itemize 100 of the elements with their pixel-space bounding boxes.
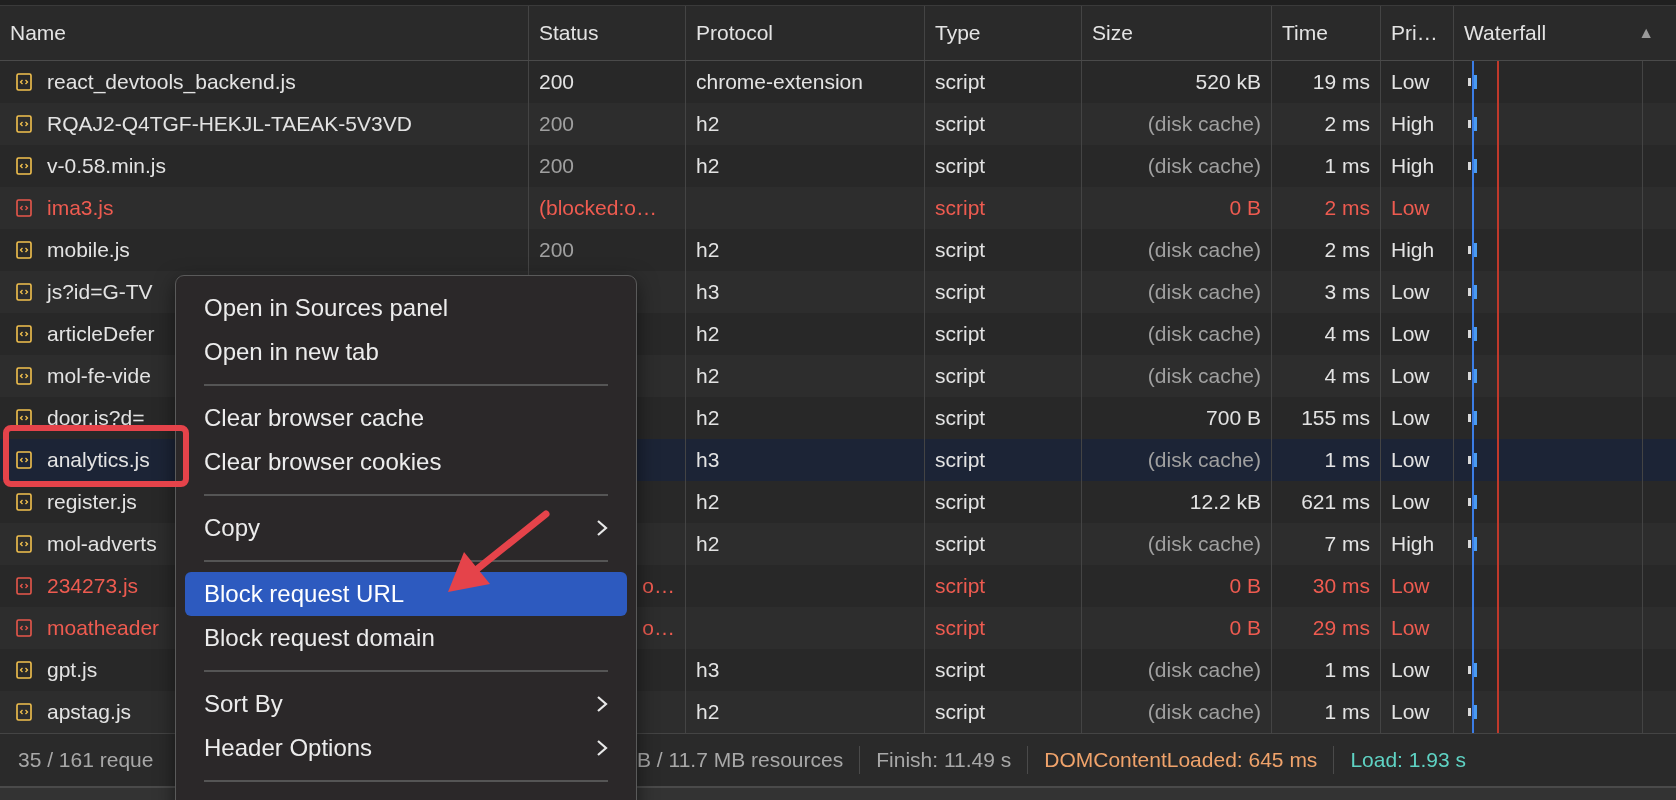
time-cell: 29 ms [1312, 616, 1370, 640]
type-cell: script [935, 700, 986, 724]
protocol-cell: h2 [696, 322, 720, 346]
size-cell: 0 B [1229, 196, 1261, 220]
priority-cell: High [1391, 112, 1435, 136]
time-cell: 30 ms [1312, 574, 1370, 598]
request-name: mobile.js [47, 238, 130, 262]
time-cell: 7 ms [1324, 532, 1370, 556]
priority-cell: Low [1391, 616, 1430, 640]
type-cell: script [935, 406, 986, 430]
request-name: js?id=G-TV [47, 280, 153, 304]
size-cell: (disk cache) [1147, 112, 1261, 136]
type-cell: script [935, 280, 986, 304]
size-cell: (disk cache) [1147, 658, 1261, 682]
type-cell: script [935, 322, 986, 346]
time-cell: 4 ms [1324, 322, 1370, 346]
protocol-cell: h2 [696, 112, 720, 136]
request-name: register.js [47, 490, 137, 514]
type-cell: script [935, 154, 986, 178]
size-cell: (disk cache) [1147, 448, 1261, 472]
request-name: door.js?d= [47, 406, 145, 430]
type-cell: script [935, 196, 986, 220]
status-cell: (blocked:o… [539, 196, 657, 220]
time-cell: 1 ms [1324, 154, 1370, 178]
priority-cell: Low [1391, 490, 1430, 514]
priority-cell: Low [1391, 322, 1430, 346]
type-cell: script [935, 364, 986, 388]
time-cell: 2 ms [1324, 238, 1370, 262]
size-cell: (disk cache) [1147, 280, 1261, 304]
protocol-cell: h2 [696, 406, 720, 430]
dom-content-loaded-time: DOMContentLoaded: 645 ms [1044, 748, 1318, 772]
size-cell: 0 B [1229, 616, 1261, 640]
size-cell: (disk cache) [1147, 532, 1261, 556]
time-cell: 621 ms [1301, 490, 1370, 514]
size-cell: (disk cache) [1147, 238, 1261, 262]
protocol-cell: chrome-extension [696, 70, 863, 94]
priority-cell: Low [1391, 574, 1430, 598]
request-name: ima3.js [47, 196, 114, 220]
time-cell: 3 ms [1324, 280, 1370, 304]
request-name: react_devtools_backend.js [47, 70, 296, 94]
request-name: analytics.js [47, 448, 150, 472]
priority-cell: Low [1391, 280, 1430, 304]
protocol-cell: h2 [696, 532, 720, 556]
priority-cell: Low [1391, 364, 1430, 388]
time-cell: 2 ms [1324, 112, 1370, 136]
protocol-cell: h2 [696, 238, 720, 262]
size-cell: (disk cache) [1147, 154, 1261, 178]
status-cell: 200 [539, 112, 575, 136]
request-name: mol-fe-vide [47, 364, 151, 388]
priority-cell: Low [1391, 700, 1430, 724]
priority-cell: High [1391, 238, 1435, 262]
priority-cell: Low [1391, 70, 1430, 94]
size-cell: (disk cache) [1147, 700, 1261, 724]
type-cell: script [935, 490, 986, 514]
time-cell: 19 ms [1312, 70, 1370, 94]
priority-cell: High [1391, 154, 1435, 178]
size-cell: (disk cache) [1147, 322, 1261, 346]
protocol-cell: h3 [696, 448, 720, 472]
size-cell: 0 B [1229, 574, 1261, 598]
status-cell: o… [642, 574, 675, 598]
priority-cell: Low [1391, 196, 1430, 220]
priority-cell: Low [1391, 658, 1430, 682]
request-name: apstag.js [47, 700, 132, 724]
size-cell: 700 B [1206, 406, 1261, 430]
protocol-cell: h2 [696, 700, 720, 724]
sort-indicator: ▲ [1638, 24, 1654, 42]
request-name: moatheader [47, 616, 160, 640]
type-cell: script [935, 532, 986, 556]
type-cell: script [935, 574, 986, 598]
type-cell: script [935, 448, 986, 472]
status-cell: 200 [539, 70, 575, 94]
time-cell: 2 ms [1324, 196, 1370, 220]
protocol-cell: h2 [696, 364, 720, 388]
size-cell: 520 kB [1195, 70, 1261, 94]
request-name: articleDefer [47, 322, 155, 346]
time-cell: 4 ms [1324, 364, 1370, 388]
status-cell: o… [642, 616, 675, 640]
load-time: Load: 1.93 s [1350, 748, 1466, 772]
priority-cell: High [1391, 532, 1435, 556]
status-cell: 200 [539, 154, 575, 178]
time-cell: 1 ms [1324, 658, 1370, 682]
protocol-cell: h2 [696, 490, 720, 514]
type-cell: script [935, 616, 986, 640]
type-cell: script [935, 112, 986, 136]
request-name: v-0.58.min.js [47, 154, 167, 178]
request-name: 234273.js [47, 574, 139, 598]
resource-size: B / 11.7 MB resources [637, 748, 844, 772]
status-cell: 200 [539, 238, 575, 262]
priority-cell: Low [1391, 448, 1430, 472]
time-cell: 1 ms [1324, 700, 1370, 724]
request-name: RQAJ2-Q4TGF-HEKJL-TAEAK-5V3VD [47, 112, 412, 136]
request-count: 35 / 161 reque [18, 748, 154, 771]
size-cell: 12.2 kB [1189, 490, 1261, 514]
request-name: gpt.js [47, 658, 98, 682]
type-cell: script [935, 70, 986, 94]
finish-time: Finish: 11.49 s [876, 748, 1012, 772]
priority-cell: Low [1391, 406, 1430, 430]
request-name: mol-adverts [47, 532, 157, 556]
type-cell: script [935, 658, 986, 682]
size-cell: (disk cache) [1147, 364, 1261, 388]
